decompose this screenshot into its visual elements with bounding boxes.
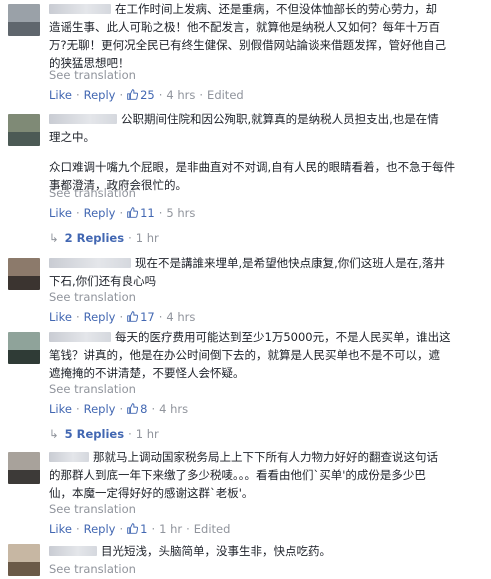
comment-text: 公职期间住院和因公殉职,就算真的是纳税人员担支出,也是在情 理之中。 众口难调十…	[49, 110, 479, 194]
thumbs-up-icon[interactable]	[127, 207, 139, 218]
text-line: 笔钱？讲真的，他是在办公时间倒下去的，就算是人民买单也不是不可以，遮	[49, 348, 440, 362]
timestamp[interactable]: 4 hrs	[166, 310, 195, 324]
like-count[interactable]: 8	[140, 402, 147, 416]
thumbs-up-icon[interactable]	[127, 89, 139, 100]
avatar[interactable]	[8, 4, 40, 36]
view-replies-link[interactable]: ↳ 2 Replies · 1 hr	[49, 231, 159, 245]
comment-text: 现在不是講誰来埋单,是希望他快点康复,你们这班人是在,落井 下石,你们还有良心吗	[49, 254, 479, 290]
timestamp[interactable]: 1 hr	[136, 427, 159, 441]
see-translation-link[interactable]: See translation	[49, 68, 136, 82]
see-translation-link[interactable]: See translation	[49, 502, 136, 516]
timestamp[interactable]: 5 hrs	[166, 206, 195, 220]
like-count[interactable]: 17	[140, 310, 155, 324]
timestamp[interactable]: 4 hrs	[166, 88, 195, 102]
edited-label[interactable]: Edited	[207, 88, 244, 102]
text-line: 在工作时间上发病、还是重病，不但没体恤部长的劳心劳力，却	[49, 0, 479, 18]
see-translation-link[interactable]: See translation	[49, 290, 136, 304]
reply-link[interactable]: Reply	[84, 206, 116, 220]
commenter-name[interactable]	[49, 546, 97, 556]
text-line: 理之中。	[49, 130, 95, 144]
see-translation-link[interactable]: See translation	[49, 562, 136, 576]
comment-text: 在工作时间上发病、还是重病，不但没体恤部长的劳心劳力，却 造谣生事、此人可恥之极…	[49, 0, 479, 72]
commenter-name[interactable]	[49, 258, 131, 268]
comment-actions: Like · Reply · 11 · 5 hrs	[49, 206, 196, 220]
thumbs-up-icon[interactable]	[127, 311, 139, 322]
commenter-name[interactable]	[49, 4, 111, 14]
text-line: 目光短浅，头脑简单，没事生非，快点吃药。	[49, 542, 479, 560]
commenter-name[interactable]	[49, 332, 111, 342]
text-line: 每天的医疗费用可能达到至少1万5000元，不是人民买单，谁出这	[49, 328, 479, 346]
comment-actions: Like · Reply · 17 · 4 hrs	[49, 310, 196, 324]
timestamp[interactable]: 1 hr	[136, 231, 159, 245]
like-link[interactable]: Like	[49, 522, 72, 536]
like-link[interactable]: Like	[49, 310, 72, 324]
like-count[interactable]: 1	[140, 522, 147, 536]
comment-text: 目光短浅，头脑简单，没事生非，快点吃药。	[49, 542, 479, 560]
avatar[interactable]	[8, 258, 40, 290]
comment-text: 那就马上调动国家税务局上上下下所有人力物力好好的翻查说这句话 的那群人到底一年下…	[49, 448, 479, 502]
comment-actions: Like · Reply · 8 · 4 hrs	[49, 402, 189, 416]
like-link[interactable]: Like	[49, 88, 72, 102]
avatar[interactable]	[8, 452, 40, 484]
commenter-name[interactable]	[49, 114, 117, 124]
text-line: 那就马上调动国家税务局上上下下所有人力物力好好的翻查说这句话	[49, 448, 479, 466]
reply-arrow-icon: ↳	[49, 231, 59, 245]
avatar[interactable]	[8, 544, 40, 576]
comment-actions: Like · Reply · 25 · 4 hrs · Edited	[49, 88, 244, 102]
thumbs-up-icon[interactable]	[127, 403, 139, 414]
text-line: 的那群人到底一年下来缴了多少税唛。。。看看由他们`买单'的成份是多少巴	[49, 468, 426, 482]
comment-text: 每天的医疗费用可能达到至少1万5000元，不是人民买单，谁出这 笔钱？讲真的，他…	[49, 328, 479, 382]
avatar[interactable]	[8, 332, 40, 364]
edited-label[interactable]: Edited	[194, 522, 231, 536]
text-line: 下石,你们还有良心吗	[49, 274, 157, 288]
view-replies-link[interactable]: ↳ 5 Replies · 1 hr	[49, 427, 159, 441]
avatar[interactable]	[8, 114, 40, 146]
timestamp[interactable]: 4 hrs	[159, 402, 188, 416]
timestamp[interactable]: 1 hr	[159, 522, 182, 536]
like-count[interactable]: 25	[140, 88, 155, 102]
reply-link[interactable]: Reply	[84, 522, 116, 536]
text-line: 现在不是講誰来埋单,是希望他快点康复,你们这班人是在,落井	[49, 254, 479, 272]
text-line: 遮掩掩的不讲清楚，不要怪人会怀疑。	[49, 366, 245, 380]
text-line: 仙，本魔一定得好好的感谢这群`老板'。	[49, 486, 254, 500]
reply-link[interactable]: Reply	[84, 310, 116, 324]
reply-link[interactable]: Reply	[84, 88, 116, 102]
text-line: 众口难调十嘴九个屁眼，是非曲直对不对调,自有人民的眼睛看着，也不急于每件	[49, 160, 456, 174]
text-line: 公职期间住院和因公殉职,就算真的是纳税人员担支出,也是在情	[49, 110, 479, 128]
text-line: 造谣生事、此人可恥之极！他不配发言，就算他是纳税人又如何？每年十万百	[49, 20, 440, 34]
see-translation-link[interactable]: See translation	[49, 186, 136, 200]
text-line: 万?无聊！更何况全民已有终生健保、别假借网站論谈来借题发挥，管好他自己	[49, 38, 447, 52]
commenter-name[interactable]	[49, 452, 89, 462]
like-link[interactable]: Like	[49, 206, 72, 220]
see-translation-link[interactable]: See translation	[49, 382, 136, 396]
comment-actions: Like · Reply · 1 · 1 hr · Edited	[49, 522, 231, 536]
reply-arrow-icon: ↳	[49, 427, 59, 441]
like-count[interactable]: 11	[140, 206, 155, 220]
reply-link[interactable]: Reply	[84, 402, 116, 416]
like-link[interactable]: Like	[49, 402, 72, 416]
thumbs-up-icon[interactable]	[127, 523, 139, 534]
